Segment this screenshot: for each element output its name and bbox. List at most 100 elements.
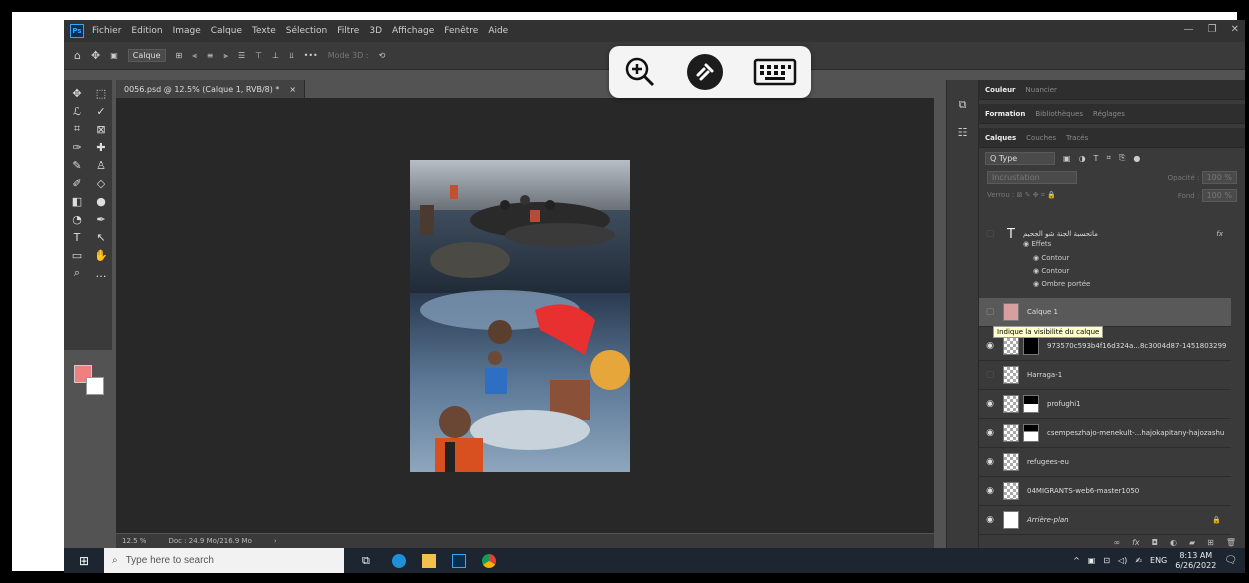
menu-aide[interactable]: Aide (488, 26, 508, 36)
filter-type-icon[interactable]: T (1094, 154, 1099, 163)
auto-select-icon[interactable]: ▣ (110, 51, 118, 60)
align-top-icon[interactable]: ⊤ (255, 51, 262, 60)
zoom-tool-icon[interactable]: ⌕ (66, 264, 88, 282)
move-tool-icon[interactable]: ✥ (66, 84, 88, 102)
close-icon[interactable]: ✕ (1231, 24, 1239, 35)
notifications-icon[interactable]: 🗨 (1224, 555, 1237, 566)
zoom-level[interactable]: 12.5 % (122, 537, 146, 545)
tab-bibliotheques[interactable]: Bibliothèques (1035, 110, 1083, 118)
tray-chevron-icon[interactable]: ^ (1073, 556, 1080, 565)
lasso-tool-icon[interactable]: ℒ (66, 102, 88, 120)
effect-contour-2[interactable]: ◉ Contour (1033, 267, 1069, 275)
taskbar-search-box[interactable]: ⌕ Type here to search (104, 548, 344, 573)
filter-shape-icon[interactable]: ⌗ (1106, 153, 1111, 163)
history-brush-icon[interactable]: ✐ (66, 174, 88, 192)
history-panel-icon[interactable]: ⧉ (947, 98, 978, 112)
keyboard-icon[interactable] (753, 57, 797, 87)
fill-input[interactable]: 100 % (1201, 188, 1237, 202)
type-tool-icon[interactable]: T (66, 228, 88, 246)
new-group-icon[interactable]: ▰ (1189, 538, 1195, 547)
more-tools-icon[interactable]: … (90, 264, 112, 282)
filter-adjust-icon[interactable]: ◑ (1079, 154, 1086, 163)
clock[interactable]: 8:13 AM 6/26/2022 (1175, 551, 1216, 571)
hand-tool-icon[interactable]: ✋ (90, 246, 112, 264)
menu-fichier[interactable]: Fichier (92, 26, 121, 36)
fx-badge[interactable]: fx (1216, 230, 1223, 238)
layer-item[interactable]: ◉ 04MIGRANTS-web6-master1050 (979, 477, 1231, 506)
visibility-toggle-icon[interactable]: ▢ (983, 307, 997, 317)
filter-smart-icon[interactable]: ⎘ (1119, 153, 1125, 163)
layer-filter-dropdown[interactable]: Q Type (985, 151, 1055, 165)
delete-layer-icon[interactable]: 🗑 (1226, 538, 1236, 547)
effect-drop-shadow[interactable]: ◉ Ombre portée (1033, 280, 1090, 288)
canvas-area[interactable] (116, 98, 934, 533)
effect-eye-icon[interactable]: ◉ (1023, 240, 1029, 248)
distribute-icon[interactable]: ☰ (238, 51, 245, 60)
stamp-tool-icon[interactable]: ♙ (90, 156, 112, 174)
status-menu-arrow[interactable]: › (274, 537, 277, 545)
pen-icon[interactable]: ✍ (1135, 556, 1142, 565)
menu-image[interactable]: Image (173, 26, 201, 36)
tab-traces[interactable]: Tracés (1066, 134, 1088, 142)
language-indicator[interactable]: ENG (1150, 556, 1167, 565)
close-document-icon[interactable]: × (289, 85, 296, 94)
align-middle-icon[interactable]: ⊥ (272, 51, 279, 60)
document-tab[interactable]: 0056.psd @ 12.5% (Calque 1, RVB/8) * × (116, 80, 306, 98)
dodge-tool-icon[interactable]: ◔ (66, 210, 88, 228)
menu-filtre[interactable]: Filtre (337, 26, 359, 36)
layer-text[interactable]: ▢ T ماتحسبة الجنة شو الجحيم fx (979, 220, 1231, 248)
tab-nuancier[interactable]: Nuancier (1026, 86, 1057, 94)
lock-all-icon[interactable]: 🔒 (1047, 191, 1056, 199)
visibility-toggle-icon[interactable]: ▢ (983, 229, 997, 239)
path-select-tool-icon[interactable]: ↖ (90, 228, 112, 246)
visibility-eye-icon[interactable]: ◉ (983, 428, 997, 438)
rectangle-tool-icon[interactable]: ▭ (66, 246, 88, 264)
layer-item[interactable]: ◉ csempeszhajo-menekult-...hajokapitany-… (979, 419, 1231, 448)
tray-app-icon[interactable]: ▣ (1088, 556, 1096, 565)
layer-item[interactable]: ◉ profughi1 (979, 390, 1231, 419)
effect-eye-icon[interactable]: ◉ (1033, 280, 1039, 288)
align-right-icon[interactable]: ⫸ (223, 51, 228, 61)
layer-calque-1[interactable]: ▢ Calque 1 (979, 298, 1231, 327)
marquee-tool-icon[interactable]: ⬚ (90, 84, 112, 102)
edge-icon[interactable] (392, 553, 406, 568)
tab-calques[interactable]: Calques (985, 134, 1016, 142)
more-options-icon[interactable]: ••• (304, 51, 318, 60)
gradient-tool-icon[interactable]: ◧ (66, 192, 88, 210)
menu-fenetre[interactable]: Fenêtre (444, 26, 478, 36)
background-color-swatch[interactable] (86, 377, 104, 395)
quick-select-tool-icon[interactable]: ✓ (90, 102, 112, 120)
home-icon[interactable]: ⌂ (74, 49, 81, 62)
lock-artboard-icon[interactable]: ⌗ (1041, 191, 1045, 199)
layer-item[interactable]: ▢ Harraga-1 (979, 361, 1231, 390)
menu-calque[interactable]: Calque (211, 26, 242, 36)
visibility-eye-icon[interactable]: ◉ (983, 399, 997, 409)
orbit-3d-icon[interactable]: ⟲ (379, 51, 386, 60)
filter-toggle-icon[interactable]: ● (1133, 154, 1140, 163)
visibility-eye-icon[interactable]: ◉ (983, 486, 997, 496)
auto-select-dropdown[interactable]: Calque (127, 49, 166, 62)
blend-mode-dropdown[interactable]: Incrustation (987, 170, 1077, 184)
visibility-eye-icon[interactable]: ◉ (983, 457, 997, 467)
new-layer-icon[interactable]: ⊞ (1207, 538, 1214, 547)
lock-brush-icon[interactable]: ✎ (1025, 191, 1031, 199)
effect-eye-icon[interactable]: ◉ (1033, 267, 1039, 275)
photoshop-taskbar-icon[interactable] (452, 553, 466, 568)
tab-formation[interactable]: Formation (985, 110, 1025, 118)
layer-background[interactable]: ◉ Arrière-plan 🔒 (979, 506, 1231, 535)
transform-controls-icon[interactable]: ⊞ (176, 51, 183, 60)
align-center-icon[interactable]: ≡ (207, 51, 214, 60)
align-left-icon[interactable]: ⫷ (192, 51, 197, 61)
restore-icon[interactable]: ❐ (1208, 24, 1217, 35)
menu-texte[interactable]: Texte (252, 26, 276, 36)
move-tool-icon[interactable]: ✥ (91, 49, 100, 62)
zoom-in-icon[interactable] (623, 55, 657, 89)
healing-tool-icon[interactable]: ✚ (90, 138, 112, 156)
lock-pixels-icon[interactable]: ⊠ (1017, 191, 1023, 199)
add-style-icon[interactable]: fx (1132, 538, 1140, 547)
file-explorer-icon[interactable] (422, 553, 436, 568)
tab-couleur[interactable]: Couleur (985, 86, 1016, 94)
lock-move-icon[interactable]: ✥ (1033, 191, 1039, 199)
add-mask-icon[interactable]: ◘ (1152, 538, 1158, 547)
tab-couches[interactable]: Couches (1026, 134, 1056, 142)
